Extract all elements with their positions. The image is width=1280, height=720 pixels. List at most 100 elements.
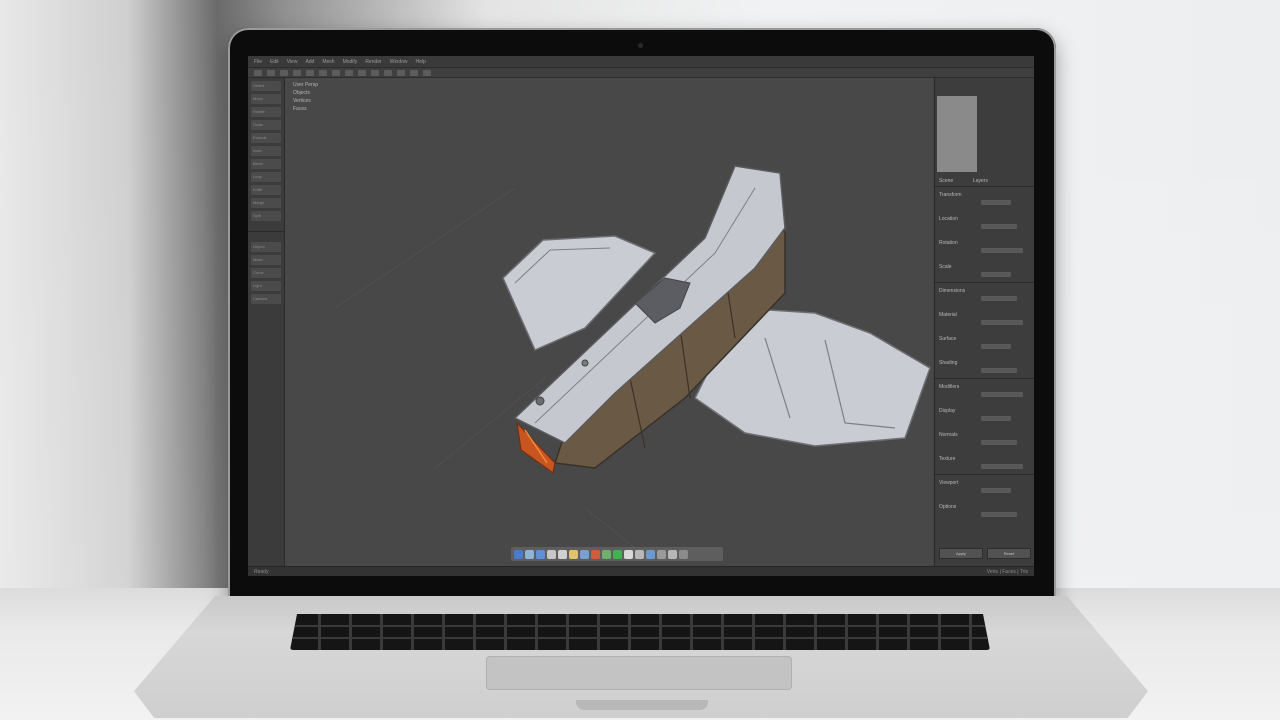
3d-viewport[interactable]: User Persp Objects Vertices Faces xyxy=(285,78,933,566)
photos-icon[interactable] xyxy=(547,549,556,559)
trackpad[interactable] xyxy=(486,656,792,690)
property-field[interactable] xyxy=(981,512,1017,517)
trash-icon[interactable] xyxy=(679,549,688,559)
select-icon[interactable] xyxy=(254,69,262,76)
finder-icon[interactable] xyxy=(514,549,523,559)
property-field[interactable] xyxy=(981,344,1011,349)
spaceship-model[interactable] xyxy=(285,78,933,566)
app-icon[interactable] xyxy=(580,549,589,559)
snap-icon[interactable] xyxy=(306,69,314,76)
property-field[interactable] xyxy=(981,464,1023,469)
property-field[interactable] xyxy=(981,320,1023,325)
app-dock xyxy=(511,547,723,561)
hull-detail xyxy=(581,359,589,367)
tool-button[interactable]: Rotate xyxy=(251,107,281,117)
scale-icon[interactable] xyxy=(293,69,301,76)
extrude-icon[interactable] xyxy=(332,69,340,76)
tool-button[interactable]: Move xyxy=(251,94,281,104)
tool-button[interactable]: Loop xyxy=(251,172,281,182)
tool-button[interactable]: Scale xyxy=(251,120,281,130)
panel-divider xyxy=(935,378,1034,379)
light-icon[interactable] xyxy=(410,69,418,76)
tool-icon[interactable] xyxy=(591,549,600,559)
maps-icon[interactable] xyxy=(602,549,611,559)
menu-item[interactable]: Render xyxy=(365,59,381,65)
bevel-icon[interactable] xyxy=(345,69,353,76)
menu-item[interactable]: Edit xyxy=(270,59,279,65)
object-type-button[interactable]: Mesh xyxy=(251,255,281,265)
property-field[interactable] xyxy=(981,392,1023,397)
tab-scene[interactable]: Scene xyxy=(939,178,953,184)
camera-icon[interactable] xyxy=(397,69,405,76)
property-field[interactable] xyxy=(981,368,1017,373)
tool-button[interactable]: Merge xyxy=(251,198,281,208)
rotate-icon[interactable] xyxy=(280,69,288,76)
tool-bar xyxy=(248,68,1034,78)
property-field[interactable] xyxy=(981,272,1011,277)
menu-item[interactable]: Modify xyxy=(343,59,358,65)
property-label: Dimensions xyxy=(939,288,966,294)
status-right: Verts | Faces | Tris xyxy=(986,568,1028,575)
status-bar: Ready Verts | Faces | Tris xyxy=(248,566,1034,576)
mail-icon[interactable] xyxy=(536,549,545,559)
notes-icon[interactable] xyxy=(569,549,578,559)
property-label: Shading xyxy=(939,360,958,366)
reset-button[interactable]: Reset xyxy=(987,548,1031,559)
menu-item[interactable]: Window xyxy=(390,59,408,65)
property-label: Scale xyxy=(939,264,952,270)
object-type-button[interactable]: Camera xyxy=(251,294,281,304)
property-label: Texture xyxy=(939,456,956,462)
hull-detail xyxy=(535,396,545,406)
menu-bar: File Edit View Add Mesh Modify Render Window Hel… xyxy=(248,56,1034,68)
object-type-button[interactable]: Light xyxy=(251,281,281,291)
property-field[interactable] xyxy=(981,440,1017,445)
tool-button[interactable]: Select xyxy=(251,81,281,91)
contacts-icon[interactable] xyxy=(635,549,644,559)
move-icon[interactable] xyxy=(267,69,275,76)
property-label: Viewport xyxy=(939,480,959,486)
property-label: Transform xyxy=(939,192,962,198)
property-field[interactable] xyxy=(981,248,1023,253)
keyboard[interactable] xyxy=(290,614,990,650)
object-type-button[interactable]: Object xyxy=(251,242,281,252)
knife-icon[interactable] xyxy=(371,69,379,76)
property-field[interactable] xyxy=(981,296,1017,301)
tool-button[interactable]: Extrude xyxy=(251,133,281,143)
property-field[interactable] xyxy=(981,488,1011,493)
tool-button[interactable]: Bevel xyxy=(251,159,281,169)
property-label: Display xyxy=(939,408,956,414)
properties-panel: Scene Layers Transform Location Rotation Sc… xyxy=(934,78,1034,566)
laptop-screen: File Edit View Add Mesh Modify Render Window Hel… xyxy=(248,56,1034,576)
object-type-button[interactable]: Curve xyxy=(251,268,281,278)
status-left: Ready xyxy=(254,568,269,575)
material-preview xyxy=(937,96,977,172)
calendar-icon[interactable] xyxy=(624,549,633,559)
menu-item[interactable]: Mesh xyxy=(322,59,334,65)
render-icon[interactable] xyxy=(423,69,431,76)
music-icon[interactable] xyxy=(558,549,567,559)
property-label: Material xyxy=(939,312,957,318)
menu-item[interactable]: File xyxy=(254,59,262,65)
folder-icon[interactable] xyxy=(668,549,677,559)
property-field[interactable] xyxy=(981,224,1017,229)
store-icon[interactable] xyxy=(646,549,655,559)
property-field[interactable] xyxy=(981,200,1011,205)
loop-cut-icon[interactable] xyxy=(358,69,366,76)
tool-button[interactable]: Split xyxy=(251,211,281,221)
apply-button[interactable]: Apply xyxy=(939,548,983,559)
property-field[interactable] xyxy=(981,416,1011,421)
messages-icon[interactable] xyxy=(613,549,622,559)
tab-layers[interactable]: Layers xyxy=(973,178,988,184)
menu-item[interactable]: View xyxy=(287,59,298,65)
settings-icon[interactable] xyxy=(657,549,666,559)
tool-button[interactable]: Knife xyxy=(251,185,281,195)
menu-item[interactable]: Add xyxy=(305,59,314,65)
merge-icon[interactable] xyxy=(384,69,392,76)
mirror-icon[interactable] xyxy=(319,69,327,76)
browser-icon[interactable] xyxy=(525,549,534,559)
panel-divider xyxy=(935,474,1034,475)
panel-divider xyxy=(935,186,1034,187)
tool-button[interactable]: Inset xyxy=(251,146,281,156)
lid-opening-notch xyxy=(576,700,708,710)
menu-item[interactable]: Help xyxy=(416,59,426,65)
